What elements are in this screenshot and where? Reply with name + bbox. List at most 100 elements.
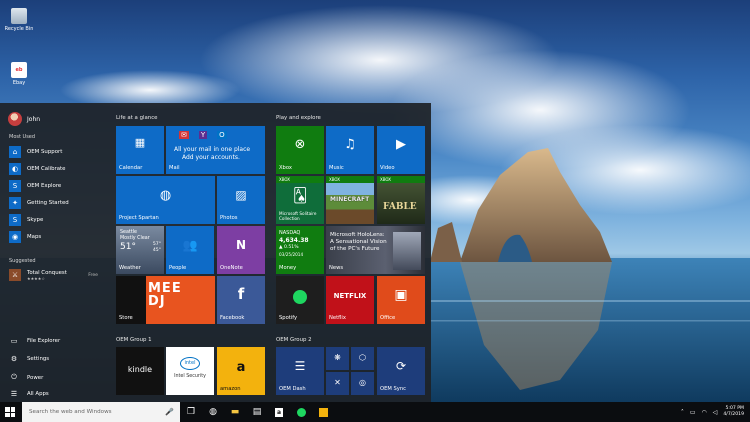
- tile-money[interactable]: NASDAQ 4,634.38 ▲ 0.51% 03/25/2014 Money: [276, 226, 324, 274]
- tile-label: Intel Security: [174, 374, 206, 379]
- tools-icon: ✕: [334, 378, 341, 387]
- search-box[interactable]: Search the web and Windows 🎤: [22, 402, 180, 422]
- tile-oem-small-2[interactable]: ⬡: [351, 347, 374, 370]
- app-item-skype[interactable]: S Skype: [9, 213, 43, 227]
- music-app-icon[interactable]: [312, 402, 334, 422]
- tile-onenote[interactable]: N OneNote: [217, 226, 265, 274]
- xbox-badge: XBOX: [276, 176, 324, 183]
- avatar: [8, 112, 22, 126]
- tile-solitaire[interactable]: XBOX 🂡 Microsoft Solitaire Collection: [276, 176, 324, 224]
- weather-info: Seattle Mostly Clear 51°: [120, 230, 150, 253]
- weather-temp: 51°: [120, 242, 136, 252]
- tile-label: Photos: [220, 215, 238, 221]
- tile-oem-small-1[interactable]: ❋: [326, 347, 349, 370]
- tile-oem-dash[interactable]: ☰ OEM Dash: [276, 347, 324, 395]
- tile-label: Money: [279, 265, 297, 271]
- sync-icon: ⟳: [395, 359, 407, 373]
- user-name: John: [27, 115, 41, 123]
- tile-label: OneNote: [220, 265, 243, 271]
- tile-photos[interactable]: ▨ Photos: [217, 176, 265, 224]
- file-explorer-icon[interactable]: ▬: [224, 402, 246, 422]
- clock[interactable]: 5:07 PM 4/7/2019: [723, 406, 744, 418]
- suggested-label: Suggested: [9, 258, 36, 264]
- amazon-app-icon[interactable]: a: [268, 402, 290, 422]
- app-item-getting-started[interactable]: ✦ Getting Started: [9, 196, 69, 210]
- tile-news[interactable]: Microsoft HoloLens: A Sensational Vision…: [326, 226, 425, 274]
- app-item-oem-support[interactable]: ⌂ OEM Support: [9, 145, 62, 159]
- cube-icon: ⬡: [359, 353, 366, 362]
- tile-label: Mail: [169, 165, 180, 171]
- total-conquest-icon: ⚔: [9, 269, 21, 281]
- tile-oem-sync[interactable]: ⟳ OEM Sync: [377, 347, 425, 395]
- store-bag-icon[interactable]: ▤: [246, 402, 268, 422]
- mail-provider-icons: ✉ Y O: [179, 131, 227, 139]
- money-info: NASDAQ 4,634.38 ▲ 0.51% 03/25/2014: [279, 230, 309, 258]
- tile-facebook[interactable]: f Facebook: [217, 276, 265, 324]
- tile-kindle[interactable]: kindle: [116, 347, 164, 395]
- group-title-oem-group-1: OEM Group 1: [116, 337, 152, 343]
- tile-project-spartan[interactable]: ◍ Project Spartan: [116, 176, 215, 224]
- tile-people[interactable]: 👥 People: [166, 226, 214, 274]
- desktop-icon-label: Recycle Bin: [4, 26, 34, 32]
- network-wifi-icon[interactable]: ◠: [701, 409, 706, 416]
- microphone-icon[interactable]: 🎤: [165, 408, 174, 416]
- xbox-icon: ⊗: [294, 137, 306, 152]
- headphones-icon: ♫: [344, 137, 356, 152]
- netflix-logo: NETFLIX: [333, 292, 367, 300]
- start-button[interactable]: [0, 402, 20, 422]
- power-button[interactable]: ⏻ Power: [9, 373, 43, 382]
- tile-fable[interactable]: XBOX FABLE: [377, 176, 425, 224]
- tile-label: Facebook: [220, 315, 245, 321]
- edge-globe-icon[interactable]: ◍: [202, 402, 224, 422]
- tile-label: amazon: [220, 386, 241, 392]
- money-date: 03/25/2014: [279, 252, 304, 257]
- volume-icon[interactable]: ◁: [713, 409, 718, 416]
- exchange-icon: O: [217, 131, 227, 139]
- tile-video[interactable]: ▶ Video: [377, 126, 425, 174]
- app-item-oem-explore[interactable]: S OEM Explore: [9, 179, 61, 193]
- tile-spotify[interactable]: Spotify: [276, 276, 324, 324]
- spotify-app-icon[interactable]: [290, 402, 312, 422]
- desktop-icon-ebay[interactable]: eb Ebay: [2, 62, 36, 86]
- tile-label: OEM Dash: [279, 386, 306, 392]
- message-icon[interactable]: ▭: [690, 409, 696, 416]
- bottom-item-label: Power: [27, 374, 44, 381]
- mail-promo: All your mail in one place Add your acco…: [174, 146, 250, 162]
- group-title-life-at-a-glance: Life at a glance: [116, 115, 158, 121]
- app-item-maps[interactable]: ◉ Maps: [9, 230, 41, 244]
- most-used-label: Most Used: [9, 134, 36, 140]
- app-item-label: Getting Started: [27, 200, 69, 206]
- tile-office[interactable]: ▣ Office: [377, 276, 425, 324]
- tile-oem-small-4[interactable]: ◎: [351, 372, 374, 395]
- amazon-logo: a: [236, 360, 246, 375]
- tile-weather[interactable]: Seattle Mostly Clear 51° 57° 45° Weather: [116, 226, 164, 274]
- user-account[interactable]: John: [8, 112, 40, 126]
- tile-oem-small-3[interactable]: ✕: [326, 372, 349, 395]
- chevron-up-icon[interactable]: ˄: [681, 409, 684, 416]
- tile-store[interactable]: MEE DJ Store: [116, 276, 215, 324]
- file-explorer-button[interactable]: ▭ File Explorer: [9, 337, 61, 345]
- app-item-label: OEM Support: [27, 149, 63, 155]
- app-item-oem-calibrate[interactable]: ◐ OEM Calibrate: [9, 162, 65, 176]
- tile-minecraft[interactable]: XBOX MINECRAFT: [326, 176, 374, 224]
- desktop-icon-recycle-bin[interactable]: Recycle Bin: [2, 8, 36, 32]
- tile-netflix[interactable]: NETFLIX Netflix: [326, 276, 374, 324]
- globe-icon: ◍: [159, 188, 172, 203]
- tile-calendar[interactable]: ▦ Calendar: [116, 126, 164, 174]
- settings-button[interactable]: ⚙ Settings: [9, 355, 49, 363]
- clock-date: 4/7/2019: [723, 412, 744, 417]
- taskbar: Search the web and Windows 🎤 ❐ ◍ ▬ ▤ a ˄…: [0, 402, 750, 422]
- tile-intel-security[interactable]: intel Intel Security: [166, 347, 214, 395]
- all-apps-button[interactable]: ☰ All Apps: [9, 390, 49, 398]
- kindle-logo: kindle: [127, 365, 153, 374]
- mail-line1: All your mail in one place: [174, 146, 251, 153]
- tile-xbox[interactable]: ⊗ Xbox: [276, 126, 324, 174]
- suggested-text: Total Conquest ★★★★☆: [27, 270, 67, 281]
- tile-music[interactable]: ♫ Music: [326, 126, 374, 174]
- target-icon: ◎: [359, 378, 366, 387]
- task-view-icon[interactable]: ❐: [180, 402, 202, 422]
- free-badge: Free: [88, 273, 98, 278]
- tile-amazon[interactable]: a amazon: [217, 347, 265, 395]
- spotify-icon: [293, 290, 307, 304]
- tile-mail[interactable]: ✉ Y O All your mail in one place Add you…: [166, 126, 265, 174]
